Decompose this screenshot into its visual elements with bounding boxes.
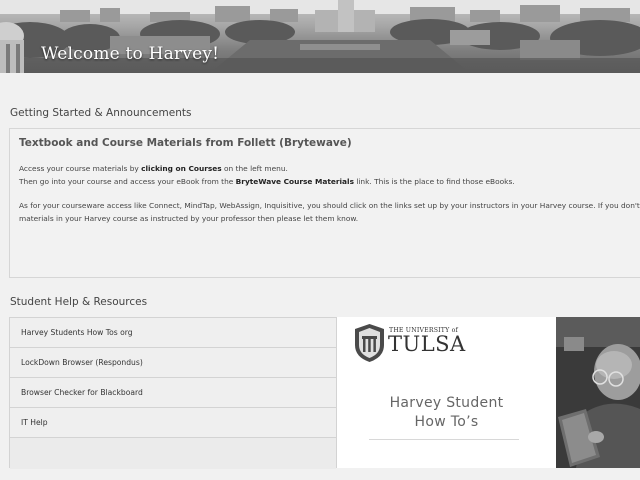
- brytewave-emphasis: BryteWave Course Materials: [235, 176, 354, 186]
- student-reading-photo: [556, 317, 640, 468]
- university-seal-icon: [355, 324, 384, 362]
- announcement-line-4: materials in your Harvey course as instr…: [19, 213, 359, 223]
- header-banner: Welcome to Harvey!: [0, 0, 640, 73]
- help-link-it-help[interactable]: IT Help: [10, 408, 336, 438]
- promo-caption: Harvey Student How To’s: [389, 395, 504, 430]
- announcement-title: Textbook and Course Materials from Folle…: [19, 137, 352, 149]
- announcement-box: Textbook and Course Materials from Folle…: [9, 128, 640, 278]
- help-link-how-tos[interactable]: Harvey Students How Tos org: [10, 318, 336, 348]
- welcome-title: Welcome to Harvey!: [41, 44, 220, 64]
- courses-emphasis: clicking on Courses: [141, 164, 222, 173]
- getting-started-heading: Getting Started & Announcements: [10, 107, 192, 119]
- promo-divider: [369, 439, 519, 440]
- announcement-line-1: Access your course materials by clicking…: [19, 164, 288, 173]
- help-link-lockdown-browser[interactable]: LockDown Browser (Respondus): [10, 348, 336, 378]
- announcement-body: Access your course materials by clicking…: [19, 163, 640, 225]
- help-links-list: Harvey Students How Tos org LockDown Bro…: [9, 317, 337, 469]
- university-name-tulsa: TULSA: [388, 332, 466, 356]
- how-tos-promo-image[interactable]: THE UNIVERSITY of TULSA Harvey Student H…: [337, 317, 556, 468]
- announcement-line-2: Then go into your course and access your…: [19, 176, 515, 186]
- help-list-empty-row: [10, 438, 336, 469]
- announcement-line-3: As for your courseware access like Conne…: [19, 201, 640, 210]
- student-help-heading: Student Help & Resources: [10, 296, 148, 308]
- help-link-browser-checker[interactable]: Browser Checker for Blackboard: [10, 378, 336, 408]
